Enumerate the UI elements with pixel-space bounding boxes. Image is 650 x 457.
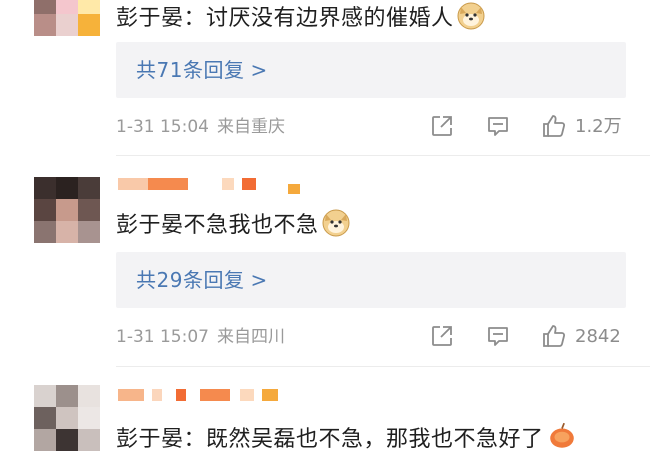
username[interactable]: [118, 389, 318, 405]
comment-location: 来自重庆: [216, 117, 285, 137]
doge-emoji-icon: [457, 2, 485, 30]
comment-icon: [488, 327, 508, 346]
view-replies-link[interactable]: 共29条回复 >: [136, 265, 268, 295]
like-count: 2842: [575, 326, 621, 347]
chevron-right-icon: >: [250, 58, 268, 82]
comment-text: 彭于晏不急我也不急: [116, 209, 350, 241]
firecracker-emoji-icon: [549, 422, 574, 448]
divider: [116, 155, 650, 156]
like-button[interactable]: [541, 323, 567, 349]
comment-text-content: 彭于晏不急我也不急: [116, 213, 319, 238]
view-replies-label: 共71条回复: [136, 58, 245, 82]
view-replies-link[interactable]: 共71条回复 >: [136, 55, 268, 85]
comment-text-content: 彭于晏：讨厌没有边界感的催婚人: [116, 6, 454, 31]
like-button[interactable]: [541, 113, 567, 139]
chevron-right-icon: >: [250, 268, 268, 292]
comment-button[interactable]: [486, 324, 510, 348]
share-icon: [432, 326, 452, 346]
view-replies-label: 共29条回复: [136, 268, 245, 292]
comment-text: 彭于晏：讨厌没有边界感的催婚人: [116, 2, 485, 34]
comment-icon: [488, 117, 508, 136]
avatar[interactable]: [34, 177, 100, 243]
share-button[interactable]: [430, 324, 454, 348]
comment-button[interactable]: [486, 114, 510, 138]
comment-meta: 1-31 15:07 来自四川: [116, 326, 285, 348]
avatar[interactable]: [34, 385, 100, 451]
share-button[interactable]: [430, 114, 454, 138]
like-count: 1.2万: [575, 116, 622, 137]
divider: [116, 366, 650, 367]
comment-location: 来自四川: [216, 327, 285, 347]
share-icon: [432, 116, 452, 136]
thumbs-up-icon: [543, 115, 566, 137]
avatar[interactable]: [34, 0, 100, 36]
comment-time: 1-31 15:07: [116, 327, 209, 347]
comment-meta: 1-31 15:04 来自重庆: [116, 116, 285, 138]
username[interactable]: [118, 178, 318, 194]
doge-emoji-icon: [322, 209, 350, 237]
comment-text-content: 彭于晏：既然吴磊也不急，那我也不急好了: [116, 427, 544, 452]
thumbs-up-icon: [543, 325, 566, 347]
comment-time: 1-31 15:04: [116, 117, 209, 137]
replies-panel: 共29条回复 >: [116, 252, 626, 308]
replies-panel: 共71条回复 >: [116, 42, 626, 98]
comment-text: 彭于晏：既然吴磊也不急，那我也不急好了: [116, 421, 577, 455]
